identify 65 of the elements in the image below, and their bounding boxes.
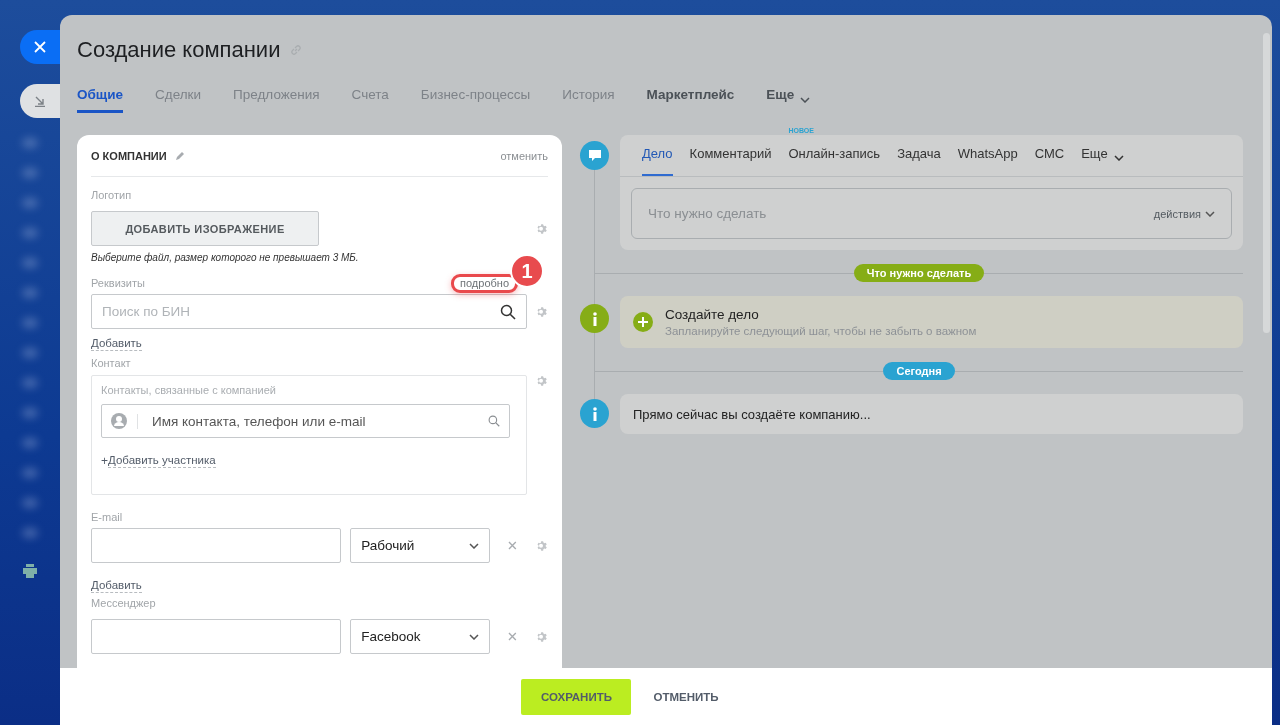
search-icon[interactable]: [500, 303, 516, 320]
remove-icon[interactable]: [508, 541, 517, 550]
file-hint: Выберите файл, размер которого не превышает 3 МБ.: [91, 252, 360, 263]
email-type-select[interactable]: Рабочий: [350, 528, 491, 563]
field-label: E-mail: [91, 510, 124, 525]
actions-menu[interactable]: действия: [1153, 207, 1215, 220]
section-title: О КОМПАНИИ: [91, 149, 167, 162]
add-participant-link[interactable]: Добавить участника: [108, 453, 216, 468]
tab[interactable]: Общие: [77, 87, 124, 113]
settings-icon[interactable]: [536, 630, 548, 643]
activity-tab[interactable]: Задача: [897, 146, 941, 176]
box-label: Контакты, связанные с компанией: [101, 384, 277, 398]
field-label: Мессенджер: [91, 596, 157, 611]
date-tag: Что нужно сделать: [853, 264, 985, 282]
info-icon: [580, 304, 609, 333]
user-avatar-icon: [111, 413, 127, 429]
card-subtitle: Запланируйте следующий шаг, чтобы не забыть о важном: [665, 325, 977, 337]
plus-icon: +: [101, 454, 108, 468]
save-button[interactable]: СОХРАНИТЬ: [521, 678, 632, 715]
activity-tab[interactable]: Комментарий: [689, 146, 772, 176]
field-label: Реквизиты: [91, 277, 145, 289]
comment-icon: [580, 141, 609, 170]
card-title: Создайте дело: [665, 307, 760, 322]
collapse-button[interactable]: [20, 84, 60, 118]
chevron-down-icon: [469, 633, 480, 640]
activity-tab[interactable]: Еще: [1081, 146, 1124, 176]
messenger-type-select[interactable]: Facebook: [350, 619, 491, 654]
chevron-down-icon: [1205, 210, 1215, 217]
note-text: Прямо сейчас вы создаёте компанию...: [633, 406, 871, 422]
cancel-link[interactable]: отменить: [500, 149, 548, 162]
activity-tab[interactable]: Дело: [642, 146, 673, 176]
field-label: Логотип: [91, 189, 133, 203]
date-tag: Сегодня: [883, 362, 955, 380]
chevron-down-icon: [1113, 155, 1124, 161]
settings-icon[interactable]: [536, 539, 548, 552]
messenger-field[interactable]: [91, 619, 342, 654]
activity-input[interactable]: Что нужно сделать действия: [631, 188, 1232, 239]
settings-icon[interactable]: [536, 375, 548, 387]
annotation-badge: 1: [510, 254, 544, 288]
activity-tab[interactable]: СМС: [1034, 146, 1065, 176]
close-icon: [34, 41, 46, 53]
add-link[interactable]: Добавить: [91, 578, 142, 593]
remove-icon[interactable]: [508, 632, 517, 641]
chevron-down-icon: [800, 97, 811, 103]
pencil-icon[interactable]: [174, 150, 185, 161]
close-button[interactable]: [20, 30, 60, 64]
settings-icon[interactable]: [536, 222, 548, 235]
cancel-button[interactable]: ОТМЕНИТЬ: [631, 690, 741, 703]
activity-tab[interactable]: WhatsApp: [957, 146, 1018, 176]
settings-icon[interactable]: [536, 305, 548, 318]
email-field[interactable]: [91, 528, 342, 563]
info-icon: [580, 399, 609, 428]
tab[interactable]: Маркетплейс: [646, 87, 735, 113]
plus-circle-icon: [633, 312, 653, 332]
details-link[interactable]: подробно: [451, 273, 518, 293]
contact-search-field[interactable]: Имя контакта, телефон или e-mail: [101, 404, 510, 438]
tab[interactable]: Еще: [766, 87, 811, 113]
arrow-down-right-icon: [34, 95, 46, 107]
printer-icon: [22, 564, 38, 578]
add-link[interactable]: Добавить: [91, 336, 142, 351]
add-image-button[interactable]: ДОБАВИТЬ ИЗОБРАЖЕНИЕ: [91, 211, 319, 246]
field-label: Контакт: [91, 356, 132, 371]
create-activity-card[interactable]: Создайте дело Запланируйте следующий шаг, чтобы не забыть о важном: [620, 296, 1243, 348]
chevron-down-icon: [469, 542, 480, 549]
page-title: Создание компании: [77, 37, 281, 63]
